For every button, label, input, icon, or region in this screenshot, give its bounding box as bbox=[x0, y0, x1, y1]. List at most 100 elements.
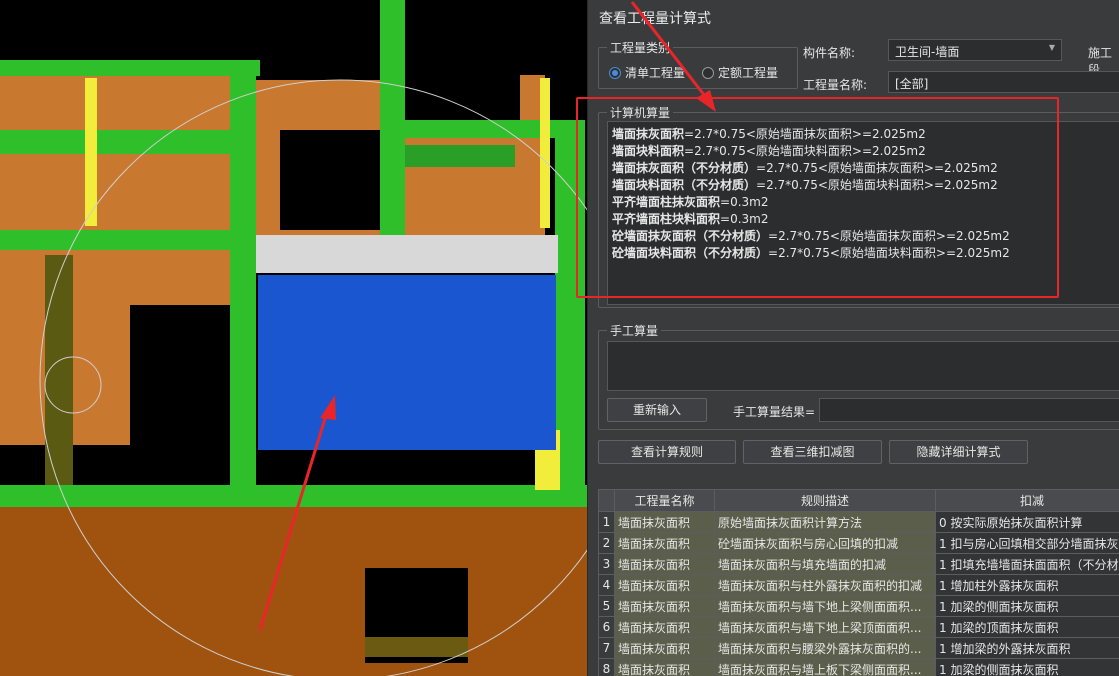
row-quantity-name[interactable]: 墙面抹灰面积 bbox=[614, 532, 715, 554]
void-top bbox=[0, 0, 380, 55]
row-index: 1 bbox=[598, 511, 615, 533]
beam-right-lower bbox=[405, 145, 515, 167]
wall-cap bbox=[256, 235, 558, 273]
row-rule-description[interactable]: 墙面抹灰面积与填充墙面的扣减 bbox=[714, 553, 936, 575]
row-deduction[interactable]: 1 加梁的顶面抹灰面积 bbox=[935, 616, 1119, 638]
radio-bill-quantity-label: 清单工程量 bbox=[625, 66, 686, 80]
row-deduction[interactable]: 1 扣填充墙墙面抹面面积（不分材 bbox=[935, 553, 1119, 575]
beam-top bbox=[0, 60, 260, 76]
formula-expression: =0.3m2 bbox=[720, 195, 769, 209]
component-name-label: 构件名称: bbox=[803, 46, 856, 60]
row-rule-description[interactable]: 墙面抹灰面积与墙上板下梁侧面面积... bbox=[714, 658, 936, 676]
row-quantity-name[interactable]: 墙面抹灰面积 bbox=[614, 637, 715, 659]
selected-wall-face[interactable] bbox=[258, 275, 556, 450]
quantity-name-combo[interactable]: [全部] bbox=[888, 71, 1119, 93]
rules-table: 工程量名称 规则描述 扣减 1 墙面抹灰面积 原始墙面抹灰面积计算方法 0 按实际原始… bbox=[598, 489, 1119, 676]
column-center bbox=[230, 60, 256, 490]
formula-line: 砼墙面抹灰面积（不分材质）=2.7*0.75<原始墙面抹灰面积>=2.025m2 bbox=[612, 228, 1119, 245]
formula-quantity-name: 砼墙面块料面积（不分材质） bbox=[612, 246, 769, 260]
table-row[interactable]: 3 墙面抹灰面积 墙面抹灰面积与填充墙面的扣减 1 扣填充墙墙面抹面面积（不分材 bbox=[598, 553, 1119, 575]
table-row[interactable]: 1 墙面抹灰面积 原始墙面抹灰面积计算方法 0 按实际原始抹灰面积计算 bbox=[598, 511, 1119, 533]
row-rule-description[interactable]: 原始墙面抹灰面积计算方法 bbox=[714, 511, 936, 533]
row-rule-description[interactable]: 墙面抹灰面积与腰梁外露抹灰面积的... bbox=[714, 637, 936, 659]
yellow-post-1 bbox=[85, 78, 97, 226]
table-row[interactable]: 5 墙面抹灰面积 墙面抹灰面积与墙下地上梁侧面面积... 1 加梁的侧面抹灰面积 bbox=[598, 595, 1119, 617]
table-row[interactable]: 4 墙面抹灰面积 墙面抹灰面积与柱外露抹灰面积的扣减 1 增加柱外露抹灰面积 bbox=[598, 574, 1119, 596]
hide-detail-formula-button[interactable]: 隐藏详细计算式 bbox=[889, 440, 1028, 464]
row-rule-description[interactable]: 墙面抹灰面积与墙下地上梁侧面面积... bbox=[714, 595, 936, 617]
formula-expression: =2.7*0.75<原始墙面抹灰面积>=2.025m2 bbox=[684, 127, 926, 141]
formula-quantity-name: 墙面抹灰面积（不分材质） bbox=[612, 161, 757, 175]
beam-mid bbox=[0, 130, 255, 154]
row-rule-description[interactable]: 墙面抹灰面积与柱外露抹灰面积的扣减 bbox=[714, 574, 936, 596]
row-quantity-name[interactable]: 墙面抹灰面积 bbox=[614, 553, 715, 575]
row-quantity-name[interactable]: 墙面抹灰面积 bbox=[614, 595, 715, 617]
row-deduction[interactable]: 1 扣与房心回填相交部分墙面抹灰 bbox=[935, 532, 1119, 554]
view-rules-button[interactable]: 查看计算规则 bbox=[598, 440, 736, 464]
row-quantity-name[interactable]: 墙面抹灰面积 bbox=[614, 616, 715, 638]
yellow-post-2 bbox=[540, 78, 550, 228]
formula-line: 墙面块料面积（不分材质）=2.7*0.75<原始墙面块料面积>=2.025m2 bbox=[612, 177, 1119, 194]
row-quantity-name[interactable]: 墙面抹灰面积 bbox=[614, 658, 715, 676]
table-row[interactable]: 8 墙面抹灰面积 墙面抹灰面积与墙上板下梁侧面面积... 1 加梁的侧面抹灰面积 bbox=[598, 658, 1119, 676]
floor-slab bbox=[0, 505, 587, 676]
row-deduction[interactable]: 0 按实际原始抹灰面积计算 bbox=[935, 511, 1119, 533]
manual-result-label: 手工算量结果= bbox=[733, 405, 816, 419]
row-deduction[interactable]: 1 加梁的侧面抹灰面积 bbox=[935, 595, 1119, 617]
3d-viewport[interactable] bbox=[0, 0, 587, 676]
formula-expression: =2.7*0.75<原始墙面抹灰面积>=2.025m2 bbox=[768, 229, 1010, 243]
formula-line: 墙面抹灰面积（不分材质）=2.7*0.75<原始墙面抹灰面积>=2.025m2 bbox=[612, 160, 1119, 177]
formula-expression: =2.7*0.75<原始墙面块料面积>=2.025m2 bbox=[768, 246, 1010, 260]
formula-textarea[interactable]: 墙面抹灰面积=2.7*0.75<原始墙面抹灰面积>=2.025m2 墙面块料面积=… bbox=[607, 121, 1119, 305]
header-rule-description[interactable]: 规则描述 bbox=[714, 489, 936, 512]
computer-quantity-label: 计算机算量 bbox=[607, 104, 674, 121]
opening-low bbox=[0, 445, 235, 485]
formula-quantity-name: 平齐墙面柱块料面积 bbox=[612, 212, 721, 226]
manual-input-area[interactable] bbox=[607, 341, 1119, 391]
view-3d-deduction-button[interactable]: 查看三维扣减图 bbox=[743, 440, 882, 464]
formula-expression: =2.7*0.75<原始墙面块料面积>=2.025m2 bbox=[756, 178, 998, 192]
chevron-down-icon: ▼ bbox=[1048, 43, 1055, 52]
model-canvas[interactable] bbox=[0, 0, 587, 676]
manual-result-field[interactable] bbox=[819, 398, 1119, 422]
dialog-title: 查看工程量计算式 bbox=[599, 11, 711, 27]
formula-line: 平齐墙面柱抹灰面积=0.3m2 bbox=[612, 194, 1119, 211]
row-deduction[interactable]: 1 增加梁的外露抹灰面积 bbox=[935, 637, 1119, 659]
row-index: 6 bbox=[598, 616, 615, 638]
formula-quantity-name: 平齐墙面柱抹灰面积 bbox=[612, 195, 721, 209]
floor-opening-ledge bbox=[365, 637, 468, 657]
manual-quantity-group: 手工算量 重新输入 手工算量结果= bbox=[598, 322, 1119, 430]
quantity-formula-dialog: 查看工程量计算式 工程量类别 清单工程量 定额工程量 构件名称: 卫生间-墙面 … bbox=[587, 0, 1119, 676]
radio-bill-quantity[interactable]: 清单工程量 bbox=[609, 64, 685, 81]
opening-left bbox=[130, 305, 230, 450]
table-row[interactable]: 6 墙面抹灰面积 墙面抹灰面积与墙下地上梁顶面面积... 1 加梁的顶面抹灰面积 bbox=[598, 616, 1119, 638]
table-row[interactable]: 7 墙面抹灰面积 墙面抹灰面积与腰梁外露抹灰面积的... 1 增加梁的外露抹灰面积 bbox=[598, 637, 1119, 659]
formula-line: 墙面抹灰面积=2.7*0.75<原始墙面抹灰面积>=2.025m2 bbox=[612, 126, 1119, 143]
row-rule-description[interactable]: 墙面抹灰面积与墙下地上梁顶面面积... bbox=[714, 616, 936, 638]
row-index: 8 bbox=[598, 658, 615, 676]
formula-expression: =2.7*0.75<原始墙面抹灰面积>=2.025m2 bbox=[756, 161, 998, 175]
row-quantity-name[interactable]: 墙面抹灰面积 bbox=[614, 511, 715, 533]
quantity-name-value: [全部] bbox=[895, 77, 929, 91]
row-deduction[interactable]: 1 增加柱外露抹灰面积 bbox=[935, 574, 1119, 596]
row-rule-description[interactable]: 砼墙面抹灰面积与房心回填的扣减 bbox=[714, 532, 936, 554]
table-header-row: 工程量名称 规则描述 扣减 bbox=[598, 489, 1119, 512]
row-index: 7 bbox=[598, 637, 615, 659]
component-name-value: 卫生间-墙面 bbox=[895, 45, 960, 59]
formula-line: 墙面块料面积=2.7*0.75<原始墙面块料面积>=2.025m2 bbox=[612, 143, 1119, 160]
reinput-button[interactable]: 重新输入 bbox=[607, 398, 707, 422]
beam-lower bbox=[0, 230, 240, 250]
row-quantity-name[interactable]: 墙面抹灰面积 bbox=[614, 574, 715, 596]
category-group-label: 工程量类别 bbox=[607, 39, 674, 56]
beam-ground bbox=[0, 485, 587, 507]
header-deduction[interactable]: 扣减 bbox=[935, 489, 1119, 512]
component-name-combo[interactable]: 卫生间-墙面 ▼ bbox=[888, 39, 1062, 61]
quantity-name-label: 工程量名称: bbox=[803, 78, 868, 92]
column-upper bbox=[380, 0, 405, 245]
header-quantity-name[interactable]: 工程量名称 bbox=[614, 489, 715, 512]
row-deduction[interactable]: 1 加梁的侧面抹灰面积 bbox=[935, 658, 1119, 676]
rules-table-body: 1 墙面抹灰面积 原始墙面抹灰面积计算方法 0 按实际原始抹灰面积计算 2 墙面抹灰面积砼… bbox=[598, 511, 1119, 676]
radio-quota-quantity[interactable]: 定额工程量 bbox=[702, 64, 778, 81]
formula-lines: 墙面抹灰面积=2.7*0.75<原始墙面抹灰面积>=2.025m2 墙面块料面积=… bbox=[612, 126, 1119, 262]
table-row[interactable]: 2 墙面抹灰面积 砼墙面抹灰面积与房心回填的扣减 1 扣与房心回填相交部分墙面抹灰 bbox=[598, 532, 1119, 554]
